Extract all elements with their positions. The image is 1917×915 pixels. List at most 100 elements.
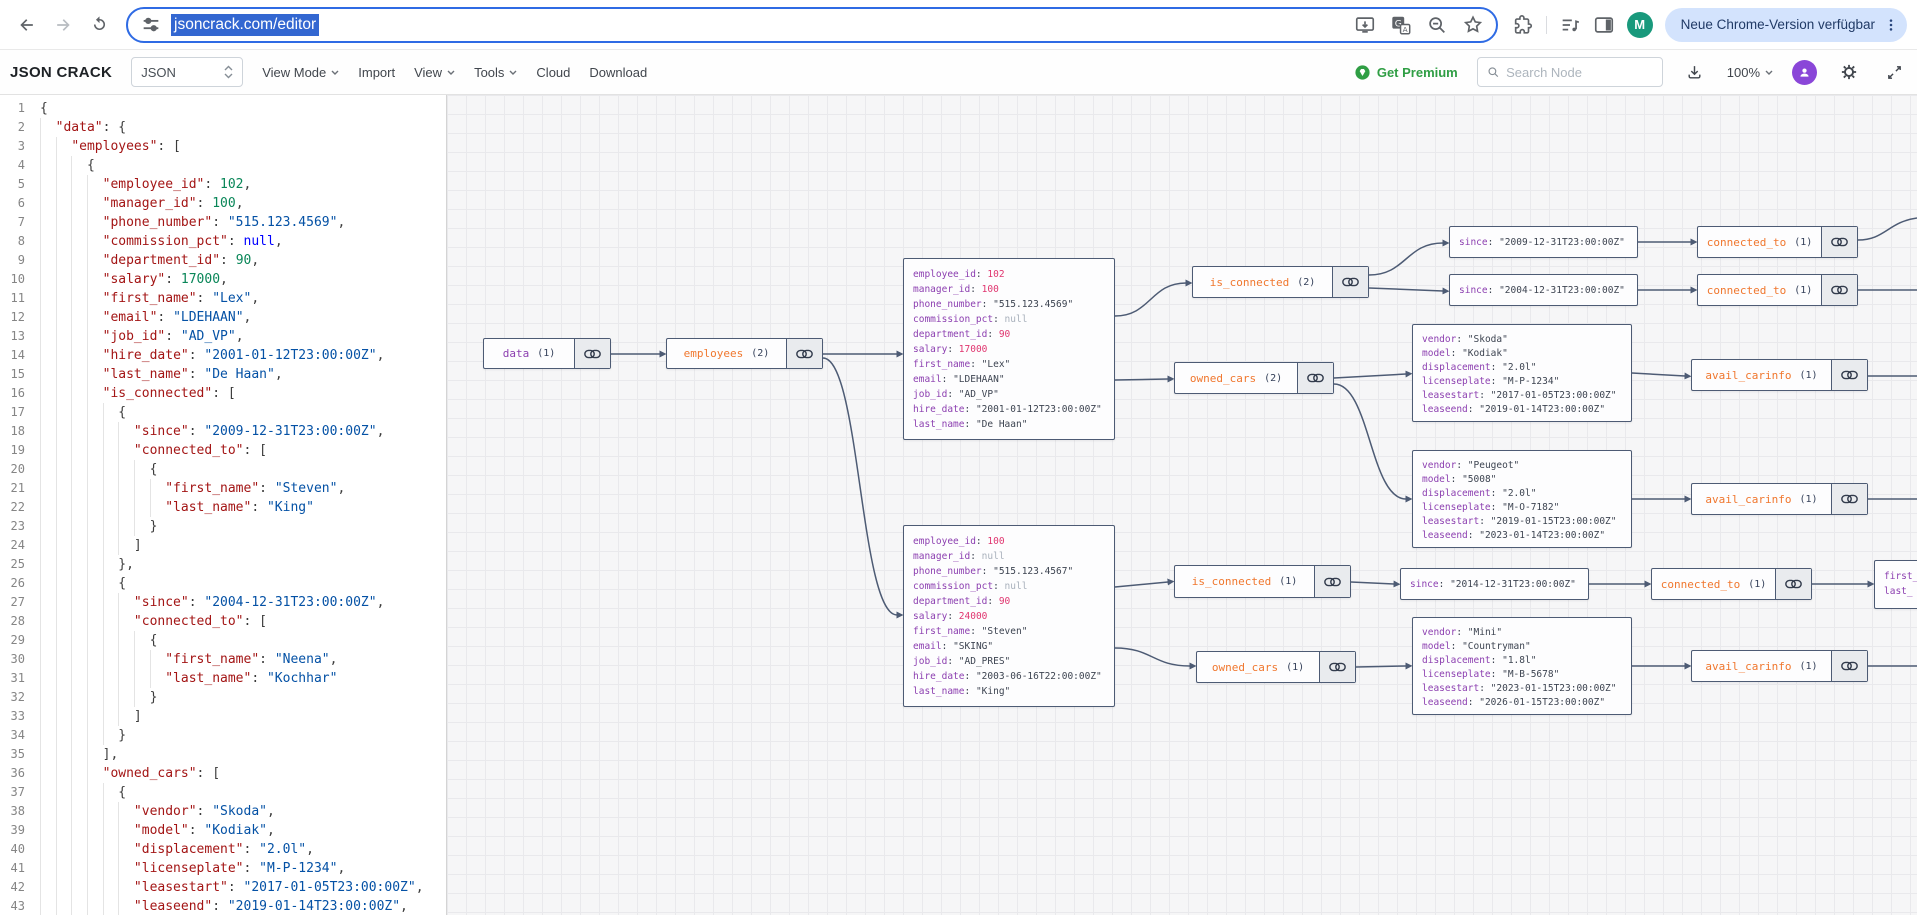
editor-line[interactable]: 43 "leaseend": "2019-01-14T23:00:00Z", bbox=[0, 897, 446, 915]
editor-line[interactable]: 30 "first_name": "Neena", bbox=[0, 650, 446, 669]
node-expand-button[interactable] bbox=[1332, 267, 1368, 297]
graph-node-connected_to1[interactable]: connected_to (1) bbox=[1697, 226, 1858, 258]
menu-view[interactable]: View bbox=[414, 65, 455, 80]
format-select[interactable]: JSON bbox=[131, 57, 244, 87]
graph-node-avail3[interactable]: avail_carinfo (1) bbox=[1691, 650, 1868, 682]
node-expand-button[interactable] bbox=[1821, 227, 1857, 257]
download-image-button[interactable] bbox=[1682, 59, 1708, 85]
node-expand-button[interactable] bbox=[1775, 569, 1811, 599]
profile-avatar[interactable]: M bbox=[1626, 11, 1653, 38]
editor-line[interactable]: 42 "leasestart": "2017-01-05T23:00:00Z", bbox=[0, 878, 446, 897]
node-expand-button[interactable] bbox=[1831, 360, 1867, 390]
editor-line[interactable]: 2 "data": { bbox=[0, 118, 446, 137]
editor-line[interactable]: 16 "is_connected": [ bbox=[0, 384, 446, 403]
media-controls-icon[interactable] bbox=[1559, 14, 1581, 36]
editor-line[interactable]: 31 "last_name": "Kochhar" bbox=[0, 669, 446, 688]
graph-node-is_connected2[interactable]: is_connected (2) bbox=[1192, 266, 1369, 298]
editor-line[interactable]: 11 "first_name": "Lex", bbox=[0, 289, 446, 308]
editor-line[interactable]: 17 { bbox=[0, 403, 446, 422]
editor-line[interactable]: 7 "phone_number": "515.123.4569", bbox=[0, 213, 446, 232]
translate-icon[interactable]: G A bbox=[1390, 14, 1412, 36]
editor-line[interactable]: 1{ bbox=[0, 99, 446, 118]
editor-line[interactable]: 29 { bbox=[0, 631, 446, 650]
editor-line[interactable]: 41 "licenseplate": "M-P-1234", bbox=[0, 859, 446, 878]
node-expand-button[interactable] bbox=[574, 339, 610, 368]
reload-button[interactable] bbox=[82, 8, 116, 42]
editor-line[interactable]: 20 { bbox=[0, 460, 446, 479]
menu-cloud[interactable]: Cloud bbox=[536, 65, 570, 80]
editor-line[interactable]: 15 "last_name": "De Haan", bbox=[0, 365, 446, 384]
node-expand-button[interactable] bbox=[1821, 275, 1857, 305]
menu-download[interactable]: Download bbox=[589, 65, 647, 80]
editor-line[interactable]: 4 { bbox=[0, 156, 446, 175]
settings-button[interactable] bbox=[1836, 59, 1862, 85]
graph-node-avail2[interactable]: avail_carinfo (1) bbox=[1691, 483, 1868, 515]
json-editor[interactable]: 1{2 "data": {3 "employees": [4 {5 "emplo… bbox=[0, 95, 447, 915]
graph-node-mini[interactable]: vendor: "Mini" model: "Countryman" displac… bbox=[1412, 617, 1632, 715]
editor-line[interactable]: 10 "salary": 17000, bbox=[0, 270, 446, 289]
node-expand-button[interactable] bbox=[1314, 566, 1350, 597]
graph-node-employees[interactable]: employees (2) bbox=[666, 338, 823, 369]
kebab-menu-icon[interactable] bbox=[1883, 17, 1899, 33]
node-expand-button[interactable] bbox=[1831, 484, 1867, 514]
graph-node-owned_cars2[interactable]: owned_cars (2) bbox=[1174, 362, 1334, 394]
editor-line[interactable]: 19 "connected_to": [ bbox=[0, 441, 446, 460]
graph-node-owned_cars1[interactable]: owned_cars (1) bbox=[1196, 651, 1356, 683]
graph-node-peugeot[interactable]: vendor: "Peugeot" model: "5008" displaceme… bbox=[1412, 450, 1632, 548]
editor-line[interactable]: 23 } bbox=[0, 517, 446, 536]
editor-line[interactable]: 13 "job_id": "AD_VP", bbox=[0, 327, 446, 346]
editor-line[interactable]: 35 ], bbox=[0, 745, 446, 764]
editor-line[interactable]: 6 "manager_id": 100, bbox=[0, 194, 446, 213]
graph-node-emp100[interactable]: employee_id: 100 manager_id: null phone_nu… bbox=[903, 525, 1115, 707]
editor-line[interactable]: 32 } bbox=[0, 688, 446, 707]
editor-line[interactable]: 8 "commission_pct": null, bbox=[0, 232, 446, 251]
editor-line[interactable]: 9 "department_id": 90, bbox=[0, 251, 446, 270]
graph-node-partial[interactable]: first_ last_ bbox=[1874, 560, 1917, 609]
graph-node-avail1[interactable]: avail_carinfo (1) bbox=[1691, 359, 1868, 391]
graph-node-data[interactable]: data (1) bbox=[483, 338, 611, 369]
graph-node-connected_to2[interactable]: connected_to (1) bbox=[1697, 274, 1858, 306]
editor-line[interactable]: 36 "owned_cars": [ bbox=[0, 764, 446, 783]
editor-line[interactable]: 38 "vendor": "Skoda", bbox=[0, 802, 446, 821]
site-settings-icon[interactable] bbox=[140, 14, 162, 36]
search-node-input[interactable] bbox=[1506, 64, 1653, 80]
search-node-box[interactable] bbox=[1476, 57, 1663, 87]
editor-line[interactable]: 3 "employees": [ bbox=[0, 137, 446, 156]
url-text[interactable]: jsoncrack.com/editor bbox=[171, 13, 320, 36]
editor-line[interactable]: 22 "last_name": "King" bbox=[0, 498, 446, 517]
side-panel-icon[interactable] bbox=[1593, 14, 1615, 36]
forward-button[interactable] bbox=[46, 8, 80, 42]
node-expand-button[interactable] bbox=[1831, 651, 1867, 681]
back-button[interactable] bbox=[10, 8, 44, 42]
graph-node-connected_to3[interactable]: connected_to (1) bbox=[1651, 568, 1812, 600]
node-expand-button[interactable] bbox=[786, 339, 822, 368]
app-logo[interactable]: JSON CRACK bbox=[10, 64, 112, 81]
editor-line[interactable]: 5 "employee_id": 102, bbox=[0, 175, 446, 194]
editor-line[interactable]: 18 "since": "2009-12-31T23:00:00Z", bbox=[0, 422, 446, 441]
install-app-icon[interactable] bbox=[1354, 14, 1376, 36]
node-expand-button[interactable] bbox=[1319, 652, 1355, 682]
editor-line[interactable]: 33 ] bbox=[0, 707, 446, 726]
editor-line[interactable]: 12 "email": "LDEHAAN", bbox=[0, 308, 446, 327]
chrome-update-button[interactable]: Neue Chrome-Version verfügbar bbox=[1664, 7, 1907, 42]
graph-node-since2014[interactable]: since: "2014-12-31T23:00:00Z" bbox=[1400, 568, 1589, 600]
editor-line[interactable]: 39 "model": "Kodiak", bbox=[0, 821, 446, 840]
menu-tools[interactable]: Tools bbox=[474, 65, 517, 80]
get-premium-button[interactable]: Get Premium bbox=[1354, 64, 1458, 81]
editor-line[interactable]: 28 "connected_to": [ bbox=[0, 612, 446, 631]
menu-view-mode[interactable]: View Mode bbox=[262, 65, 339, 80]
bookmark-star-icon[interactable] bbox=[1462, 14, 1484, 36]
editor-line[interactable]: 25 }, bbox=[0, 555, 446, 574]
fullscreen-button[interactable] bbox=[1881, 59, 1907, 85]
editor-line[interactable]: 40 "displacement": "2.0l", bbox=[0, 840, 446, 859]
editor-line[interactable]: 24 ] bbox=[0, 536, 446, 555]
editor-line[interactable]: 26 { bbox=[0, 574, 446, 593]
graph-node-skoda[interactable]: vendor: "Skoda" model: "Kodiak" displaceme… bbox=[1412, 324, 1632, 422]
editor-line[interactable]: 27 "since": "2004-12-31T23:00:00Z", bbox=[0, 593, 446, 612]
graph-node-is_connected1[interactable]: is_connected (1) bbox=[1174, 565, 1351, 598]
graph-node-since2004[interactable]: since: "2004-12-31T23:00:00Z" bbox=[1449, 274, 1638, 306]
graph-canvas[interactable]: data (1) employees (2) employee_id: 102 manag… bbox=[447, 95, 1917, 915]
node-expand-button[interactable] bbox=[1297, 363, 1333, 393]
zoom-select[interactable]: 100% bbox=[1727, 65, 1773, 80]
account-avatar[interactable] bbox=[1792, 59, 1817, 85]
